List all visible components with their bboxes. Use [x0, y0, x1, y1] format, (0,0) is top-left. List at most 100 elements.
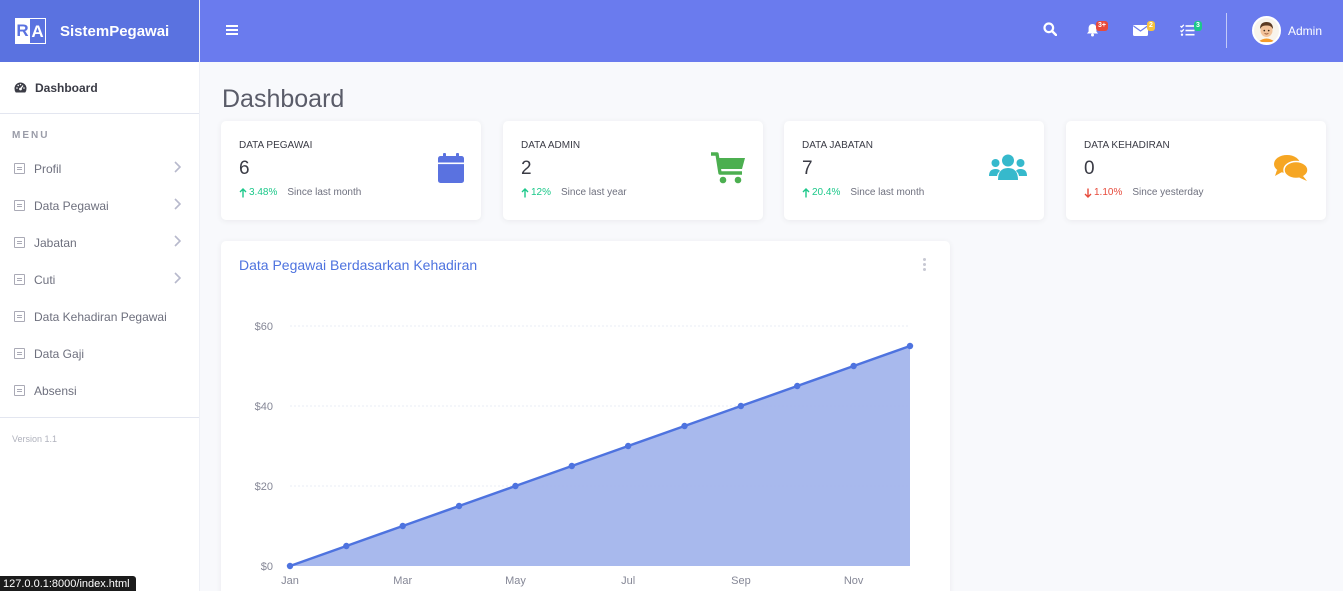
sidebar-item-data-kehadiran-pegawai[interactable]: Data Kehadiran Pegawai [0, 298, 199, 335]
list-icon [14, 311, 25, 322]
list-icon [14, 200, 25, 211]
y-tick-label: $40 [255, 401, 273, 413]
list-icon [14, 274, 25, 285]
list-icon [14, 385, 25, 396]
list-icon [14, 237, 25, 248]
page-title: Dashboard [222, 85, 345, 113]
card-title: DATA JABATAN [802, 140, 873, 151]
sidebar-item-cuti[interactable]: Cuti [0, 261, 199, 298]
data-point [906, 342, 914, 350]
x-tick-label: May [505, 575, 526, 587]
chart-card: $0 $20 $40 $60 Jan Mar May Jul Sep Nov Data Pegaw… [221, 241, 950, 591]
arrow-up-icon [802, 187, 810, 197]
tasks-dropdown[interactable]: 3 [1180, 20, 1208, 40]
card-value: 6 [239, 158, 250, 179]
cart-icon [711, 152, 745, 184]
card-since: Since last year [561, 187, 627, 198]
card-percent: 12% [531, 187, 552, 198]
user-face-icon [1254, 18, 1279, 43]
area-chart: $0 $20 $40 $60 Jan Mar May Jul Sep Nov [255, 321, 914, 587]
brand-name: SistemPegawai [60, 22, 170, 40]
card-percent: 3.48% [249, 187, 278, 198]
comments-icon [1274, 155, 1309, 181]
data-point [343, 542, 350, 550]
sidebar-item-label: Jabatan [34, 235, 77, 250]
chevron-right-icon [174, 235, 181, 247]
sidebar-toggle-icon[interactable] [226, 25, 238, 35]
sidebar-item-absensi[interactable]: Absensi [0, 372, 199, 409]
sidebar-item-label: Cuti [34, 272, 56, 287]
arrow-up-icon [239, 187, 247, 197]
card-since: Since yesterday [1132, 187, 1204, 198]
stat-card-data-kehadiran: DATA KEHADIRAN 0 1.10% Since yesterday [1066, 121, 1326, 220]
kebab-menu-icon[interactable] [923, 258, 926, 273]
sidebar-item-data-pegawai[interactable]: Data Pegawai [0, 187, 199, 224]
chevron-right-icon [174, 198, 181, 210]
tasks-icon [1180, 24, 1195, 36]
card-value: 7 [802, 158, 813, 179]
card-value: 2 [521, 158, 532, 179]
sidebar-heading-menu: MENU [12, 130, 50, 141]
card-since: Since last month [850, 187, 925, 198]
data-point [399, 522, 406, 530]
card-footer: 12% Since last year [521, 187, 627, 198]
brand-logo: RA [14, 15, 47, 47]
messages-badge: 2 [1147, 21, 1155, 31]
alerts-dropdown[interactable]: 3+ [1086, 20, 1114, 40]
messages-dropdown[interactable]: 2 [1133, 20, 1161, 40]
brand[interactable]: RA SistemPegawai [0, 0, 199, 62]
data-point [286, 562, 294, 570]
sidebar-item-label: Data Kehadiran Pegawai [34, 309, 167, 324]
card-value: 0 [1084, 158, 1095, 179]
data-point [681, 422, 688, 430]
sidebar-item-jabatan[interactable]: Jabatan [0, 224, 199, 261]
card-footer: 20.4% Since last month [802, 187, 924, 198]
data-point [568, 462, 576, 470]
card-since: Since last month [287, 187, 362, 198]
x-tick-label: Nov [844, 575, 864, 587]
card-percent: 1.10% [1094, 187, 1123, 198]
y-tick-label: $0 [261, 561, 273, 573]
chevron-right-icon [174, 161, 181, 173]
sidebar-item-label: Dashboard [35, 80, 98, 95]
user-name[interactable]: Admin [1288, 24, 1322, 38]
data-point [512, 482, 519, 490]
chevron-right-icon [174, 272, 181, 284]
sidebar-item-data-gaji[interactable]: Data Gaji [0, 335, 199, 372]
x-tick-label: Sep [731, 575, 751, 587]
status-bar-url: 127.0.0.1:8000/index.html [0, 576, 136, 591]
card-title: DATA KEHADIRAN [1084, 140, 1170, 151]
sidebar-item-label: Data Gaji [34, 346, 85, 361]
search-icon[interactable] [1043, 22, 1057, 36]
alerts-badge: 3+ [1096, 21, 1108, 31]
card-title: DATA PEGAWAI [239, 140, 313, 151]
users-icon [989, 154, 1027, 180]
envelope-icon [1133, 25, 1148, 36]
sidebar-item-dashboard[interactable]: Dashboard [0, 62, 199, 114]
sidebar-item-profil[interactable]: Profil [0, 150, 199, 187]
data-point [455, 502, 463, 510]
tachometer-icon [14, 82, 27, 93]
x-tick-label: Jan [281, 575, 299, 587]
brand-logo-right: A [30, 18, 46, 44]
brand-logo-left: R [15, 18, 30, 44]
stat-card-data-pegawai: DATA PEGAWAI 6 3.48% Since last month [221, 121, 481, 220]
data-point [794, 382, 801, 390]
calendar-icon [438, 153, 464, 183]
sidebar-item-label: Profil [34, 161, 62, 176]
stat-card-data-jabatan: DATA JABATAN 7 20.4% Since last month [784, 121, 1044, 220]
x-tick-label: Mar [393, 575, 412, 587]
y-tick-label: $60 [255, 321, 273, 333]
arrow-up-icon [521, 187, 529, 197]
sidebar-item-label: Data Pegawai [34, 198, 109, 213]
topbar: 3+ 2 3 Admin [200, 0, 1343, 62]
tasks-badge: 3 [1194, 21, 1202, 31]
version-text: Version 1.1 [12, 434, 58, 444]
stat-card-data-admin: DATA ADMIN 2 12% Since last year [503, 121, 763, 220]
data-point [624, 442, 632, 450]
card-percent: 20.4% [812, 187, 841, 198]
card-title: DATA ADMIN [521, 140, 581, 151]
avatar[interactable] [1252, 16, 1281, 45]
data-point [737, 402, 745, 410]
topbar-divider [1226, 13, 1227, 48]
